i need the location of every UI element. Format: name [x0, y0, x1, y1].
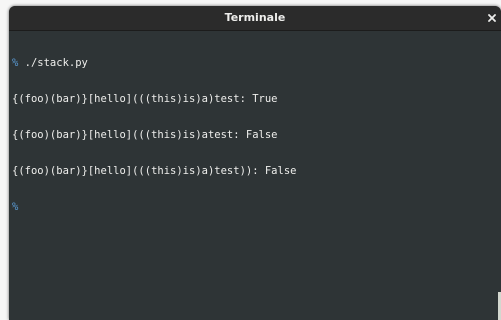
close-icon	[488, 14, 496, 22]
window-title: Terminale	[224, 11, 286, 24]
output-text: {(foo)(bar)}[hello](((this)is)atest: Fal…	[12, 129, 278, 141]
output-text: {(foo)(bar)}[hello](((this)is)a)test)): …	[12, 165, 297, 177]
terminal-line: {(foo)(bar)}[hello](((this)is)atest: Fal…	[12, 129, 501, 141]
terminal-line: {(foo)(bar)}[hello](((this)is)a)test: Tr…	[12, 93, 501, 105]
output-text: {(foo)(bar)}[hello](((this)is)a)test: Tr…	[12, 93, 278, 105]
desktop: Terminale % ./stack.py {(foo)(bar)}[hell…	[0, 0, 501, 320]
command-text: ./stack.py	[18, 57, 88, 69]
terminal-line: % ./stack.py	[12, 57, 501, 69]
prompt-symbol: %	[12, 201, 19, 213]
terminal-output[interactable]: % ./stack.py {(foo)(bar)}[hello](((this)…	[9, 31, 501, 320]
close-button[interactable]	[485, 10, 499, 26]
terminal-window: Terminale % ./stack.py {(foo)(bar)}[hell…	[9, 6, 501, 320]
terminal-line: %	[12, 201, 501, 213]
titlebar[interactable]: Terminale	[9, 6, 501, 31]
terminal-line: {(foo)(bar)}[hello](((this)is)a)test)): …	[12, 165, 501, 177]
